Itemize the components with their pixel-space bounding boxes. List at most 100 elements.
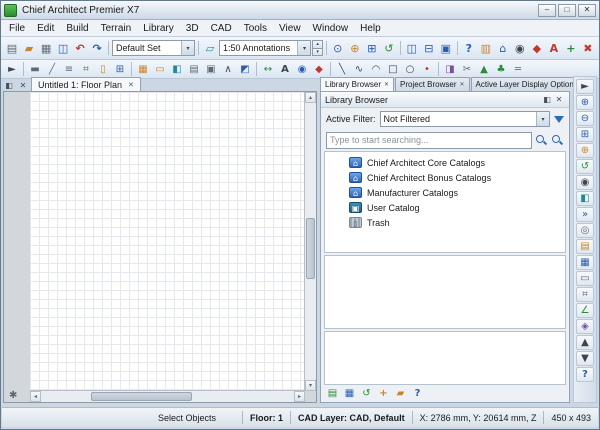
filter-funnel-icon[interactable] <box>554 116 564 123</box>
menu-window[interactable]: Window <box>307 22 355 35</box>
annotation-scale-icon[interactable]: ▱ <box>202 40 218 56</box>
side-display-options-icon[interactable]: ▦ <box>576 255 594 270</box>
text-style-icon[interactable]: A <box>546 40 562 56</box>
library-add-icon[interactable]: + <box>376 387 391 401</box>
wall-tool-icon[interactable]: ▬ <box>27 62 43 76</box>
material-painter-icon[interactable]: ◨ <box>442 62 458 76</box>
fill-window-icon[interactable]: ⊞ <box>364 40 380 56</box>
tab-close-icon[interactable]: ✕ <box>460 81 465 88</box>
horizontal-scroll-thumb[interactable] <box>91 392 192 401</box>
door-tool-icon[interactable]: ▯ <box>95 62 111 76</box>
side-layers-icon[interactable]: ▤ <box>576 239 594 254</box>
panel-float-icon[interactable]: ◧ <box>541 94 553 106</box>
chevron-down-icon[interactable]: ▾ <box>297 41 310 55</box>
cabinet-tool-icon[interactable]: ▦ <box>135 62 151 76</box>
fixture-tool-icon[interactable]: ◧ <box>169 62 185 76</box>
landing-tool-icon[interactable]: ▣ <box>203 62 219 76</box>
filter-combobox[interactable]: Not Filtered ▾ <box>380 111 550 127</box>
side-zoom-out-icon[interactable]: ⊖ <box>576 111 594 126</box>
tab-close-icon[interactable]: ✕ <box>128 81 134 89</box>
open-plan-icon[interactable]: ▰ <box>21 40 37 56</box>
chevron-down-icon[interactable]: ▾ <box>536 112 549 126</box>
library-toolbar-icon[interactable]: ▥ <box>478 40 494 56</box>
side-object-eye-icon[interactable]: ◎ <box>576 223 594 238</box>
library-folder-icon[interactable]: ▰ <box>393 387 408 401</box>
scroll-left-icon[interactable]: ◂ <box>30 391 41 402</box>
help-icon[interactable]: ? <box>461 40 477 56</box>
dock-float-icon[interactable]: ◧ <box>3 79 15 91</box>
menu-3d[interactable]: 3D <box>180 22 205 35</box>
scroll-right-icon[interactable]: ▸ <box>294 391 305 402</box>
redo-icon[interactable]: ↷ <box>89 40 105 56</box>
scroll-up-icon[interactable]: ▴ <box>305 92 316 103</box>
tab-floor-plan[interactable]: Untitled 1: Floor Plan ✕ <box>31 77 141 91</box>
text-tool-icon[interactable]: A <box>277 62 293 76</box>
tree-item-core-catalogs[interactable]: ⌂ Chief Architect Core Catalogs <box>325 155 565 170</box>
camera-icon[interactable]: ◉ <box>512 40 528 56</box>
copy-icon[interactable]: ◫ <box>55 40 71 56</box>
select-objects-icon[interactable]: ► <box>4 62 20 76</box>
side-floor-up-icon[interactable]: ▲ <box>576 335 594 350</box>
menu-build[interactable]: Build <box>60 22 94 35</box>
spin-up-icon[interactable]: ▴ <box>312 40 322 49</box>
vertical-scrollbar[interactable]: ▴ ▾ <box>304 92 316 391</box>
dock-close-icon[interactable]: ✕ <box>17 79 29 91</box>
side-pan-icon[interactable]: ⊕ <box>576 143 594 158</box>
advanced-search-icon[interactable] <box>551 134 564 147</box>
library-browse-icon[interactable]: ▤ <box>325 387 340 401</box>
side-fill-window-icon[interactable]: ⊞ <box>576 127 594 142</box>
point-tool-icon[interactable]: • <box>419 62 435 76</box>
annotation-scale-stepper[interactable]: ▴ ▾ <box>312 40 322 56</box>
previous-view-icon[interactable]: ↺ <box>381 40 397 56</box>
move-tool-icon[interactable]: + <box>563 40 579 56</box>
spin-down-icon[interactable]: ▾ <box>312 49 322 57</box>
minimize-button[interactable]: – <box>538 4 556 17</box>
road-tool-icon[interactable]: ═ <box>510 62 526 76</box>
box-tool-icon[interactable]: □ <box>385 62 401 76</box>
delete-tool-icon[interactable]: ✖ <box>580 40 596 56</box>
terrain-tool-icon[interactable]: ▲ <box>476 62 492 76</box>
side-walkthrough-icon[interactable]: » <box>576 207 594 222</box>
stairs-tool-icon[interactable]: ▤ <box>186 62 202 76</box>
side-grid-snap-icon[interactable]: ⌗ <box>576 287 594 302</box>
menu-help[interactable]: Help <box>354 22 387 35</box>
side-camera-icon[interactable]: ◉ <box>576 175 594 190</box>
side-angle-snap-icon[interactable]: ∠ <box>576 303 594 318</box>
side-elevation-icon[interactable]: ◧ <box>576 191 594 206</box>
tab-library-browser[interactable]: Library Browser ✕ <box>320 77 394 91</box>
menu-tools[interactable]: Tools <box>238 22 273 35</box>
marker-tool-icon[interactable]: ◆ <box>311 62 327 76</box>
tile-vertical-icon[interactable]: ⊟ <box>421 40 437 56</box>
zoom-icon[interactable]: ⊙ <box>330 40 346 56</box>
pan-icon[interactable]: ⊕ <box>347 40 363 56</box>
drawing-canvas[interactable] <box>30 92 305 391</box>
tree-item-bonus-catalogs[interactable]: ⌂ Chief Architect Bonus Catalogs <box>325 170 565 185</box>
side-select-icon[interactable]: ► <box>576 79 594 94</box>
tree-item-user-catalog[interactable]: ▣ User Catalog <box>325 200 565 215</box>
menu-library[interactable]: Library <box>137 22 180 35</box>
window-tool-icon[interactable]: ⊞ <box>112 62 128 76</box>
library-help-icon[interactable]: ? <box>410 387 425 401</box>
menu-terrain[interactable]: Terrain <box>95 22 138 35</box>
library-search-input[interactable] <box>326 132 532 149</box>
north-pointer-icon[interactable]: ◆ <box>529 40 545 56</box>
menu-view[interactable]: View <box>273 22 307 35</box>
menu-cad[interactable]: CAD <box>205 22 238 35</box>
chevron-down-icon[interactable]: ▾ <box>181 41 194 55</box>
arc-tool-icon[interactable]: ◠ <box>368 62 384 76</box>
fence-tool-icon[interactable]: ⌗ <box>78 62 94 76</box>
close-button[interactable]: ✕ <box>578 4 596 17</box>
maximize-button[interactable]: □ <box>558 4 576 17</box>
side-help-icon[interactable]: ? <box>576 367 594 382</box>
library-preview-icon[interactable]: ▦ <box>342 387 357 401</box>
toolbar-set-combobox[interactable]: Default Set ▾ <box>112 40 195 56</box>
annotation-set-combobox[interactable]: 1:50 Annotations ▾ <box>219 40 311 56</box>
tree-item-manufacturer-catalogs[interactable]: ⌂ Manufacturer Catalogs <box>325 185 565 200</box>
scroll-down-icon[interactable]: ▾ <box>305 380 316 391</box>
menu-file[interactable]: File <box>3 22 31 35</box>
cascade-windows-icon[interactable]: ▣ <box>438 40 454 56</box>
library-refresh-icon[interactable]: ↺ <box>359 387 374 401</box>
vertical-scroll-thumb[interactable] <box>306 218 315 280</box>
break-wall-icon[interactable]: ╱ <box>44 62 60 76</box>
line-tool-icon[interactable]: ╲ <box>334 62 350 76</box>
